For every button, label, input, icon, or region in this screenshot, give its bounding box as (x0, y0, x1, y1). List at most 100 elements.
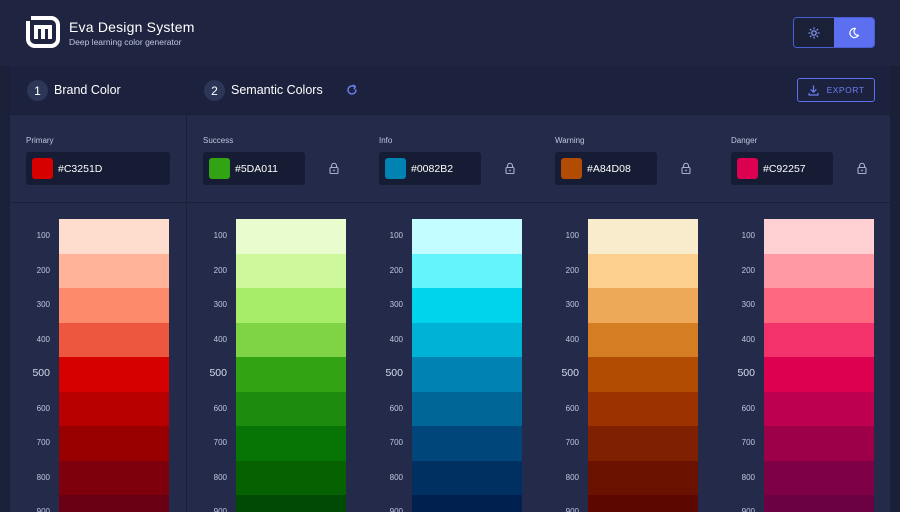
warning-shade-400[interactable] (588, 322, 698, 357)
shade-level-label: 500 (561, 367, 579, 379)
primary-shade-600[interactable] (59, 391, 169, 426)
shade-level-label: 500 (32, 367, 50, 379)
warning-swatch[interactable] (561, 158, 582, 179)
refresh-icon[interactable] (345, 83, 359, 97)
app-header: Eva Design System Deep learning color ge… (0, 0, 900, 66)
danger-shade-100[interactable] (764, 219, 874, 254)
dark-theme-button[interactable] (834, 18, 874, 47)
light-theme-button[interactable] (794, 18, 834, 47)
eva-logo (26, 16, 60, 48)
info-shade-400[interactable] (412, 322, 522, 357)
shade-level-label: 700 (565, 438, 579, 447)
primary-shade-800[interactable] (59, 460, 169, 495)
shade-level-label: 100 (741, 231, 755, 240)
shade-level-label: 400 (213, 334, 227, 344)
primary-shade-500[interactable] (59, 357, 169, 392)
info-color-input[interactable]: #0082B2 (379, 152, 481, 185)
moon-icon (849, 27, 860, 38)
primary-color-input[interactable]: #C3251D (26, 152, 170, 185)
workspace: 1 Brand Color 2 Semantic Colors EXPORT P… (10, 66, 890, 512)
success-shade-400[interactable] (236, 322, 346, 357)
info-shade-100[interactable] (412, 219, 522, 254)
info-shade-600[interactable] (412, 391, 522, 426)
info-shade-800[interactable] (412, 460, 522, 495)
app-subtitle: Deep learning color generator (69, 37, 182, 47)
success-shade-100[interactable] (236, 219, 346, 254)
shade-level-label: 100 (213, 231, 227, 240)
danger-shade-700[interactable] (764, 426, 874, 461)
lock-icon[interactable] (680, 162, 692, 175)
danger-shade-900[interactable] (764, 495, 874, 512)
warning-shade-500[interactable] (588, 357, 698, 392)
success-shade-300[interactable] (236, 288, 346, 323)
shade-level-label: 600 (389, 403, 403, 413)
primary-shade-900[interactable] (59, 495, 169, 512)
warning-shade-200[interactable] (588, 253, 698, 288)
shade-level-label: 100 (36, 231, 50, 240)
brand-section-title: Brand Color (54, 83, 121, 97)
warning-shade-700[interactable] (588, 426, 698, 461)
success-swatch[interactable] (209, 158, 230, 179)
lock-icon[interactable] (328, 162, 340, 175)
danger-swatch[interactable] (737, 158, 758, 179)
shade-level-label: 500 (385, 367, 403, 379)
success-shade-600[interactable] (236, 391, 346, 426)
danger-shade-500[interactable] (764, 357, 874, 392)
info-shade-900[interactable] (412, 495, 522, 512)
warning-shade-100[interactable] (588, 219, 698, 254)
success-hex-value: #5DA011 (235, 162, 279, 175)
shade-level-label: 100 (389, 231, 403, 240)
primary-shade-200[interactable] (59, 253, 169, 288)
export-button[interactable]: EXPORT (797, 78, 875, 102)
shade-level-label: 700 (741, 438, 755, 447)
success-color-input[interactable]: #5DA011 (203, 152, 305, 185)
shade-level-label: 200 (36, 265, 50, 275)
success-label: Success (203, 136, 234, 145)
danger-color-input[interactable]: #C92257 (731, 152, 833, 185)
warning-color-input[interactable]: #A84D08 (555, 152, 657, 185)
download-icon (807, 84, 819, 96)
info-shade-700[interactable] (412, 426, 522, 461)
success-shade-700[interactable] (236, 426, 346, 461)
shade-level-label: 300 (36, 300, 50, 309)
info-hex-value: #0082B2 (411, 162, 454, 175)
danger-shade-800[interactable] (764, 460, 874, 495)
lock-icon[interactable] (856, 162, 868, 175)
danger-shade-600[interactable] (764, 391, 874, 426)
success-shade-800[interactable] (236, 460, 346, 495)
danger-shade-300[interactable] (764, 288, 874, 323)
warning-shade-600[interactable] (588, 391, 698, 426)
info-shade-500[interactable] (412, 357, 522, 392)
lock-icon[interactable] (504, 162, 516, 175)
primary-shade-300[interactable] (59, 288, 169, 323)
success-shade-500[interactable] (236, 357, 346, 392)
info-swatch[interactable] (385, 158, 406, 179)
shade-level-label: 800 (741, 472, 755, 482)
shade-level-label: 600 (36, 403, 50, 413)
info-shade-200[interactable] (412, 253, 522, 288)
warning-shade-900[interactable] (588, 495, 698, 512)
success-shade-900[interactable] (236, 495, 346, 512)
info-shade-300[interactable] (412, 288, 522, 323)
shade-level-label: 300 (389, 300, 403, 309)
theme-toggle (793, 17, 875, 48)
semantic-section-title: Semantic Colors (231, 83, 323, 97)
primary-swatch[interactable] (32, 158, 53, 179)
shade-level-label: 800 (565, 472, 579, 482)
danger-hex-value: #C92257 (763, 162, 806, 175)
warning-hex-value: #A84D08 (587, 162, 631, 175)
success-shade-200[interactable] (236, 253, 346, 288)
primary-shade-700[interactable] (59, 426, 169, 461)
primary-shade-100[interactable] (59, 219, 169, 254)
warning-shade-800[interactable] (588, 460, 698, 495)
primary-shade-400[interactable] (59, 322, 169, 357)
danger-shade-200[interactable] (764, 253, 874, 288)
shade-level-label: 200 (389, 265, 403, 275)
warning-shade-300[interactable] (588, 288, 698, 323)
shade-level-label: 300 (565, 300, 579, 309)
shade-level-label: 300 (741, 300, 755, 309)
primary-hex-value: #C3251D (58, 162, 103, 175)
info-label: Info (379, 136, 393, 145)
danger-shade-400[interactable] (764, 322, 874, 357)
shade-level-label: 200 (741, 265, 755, 275)
